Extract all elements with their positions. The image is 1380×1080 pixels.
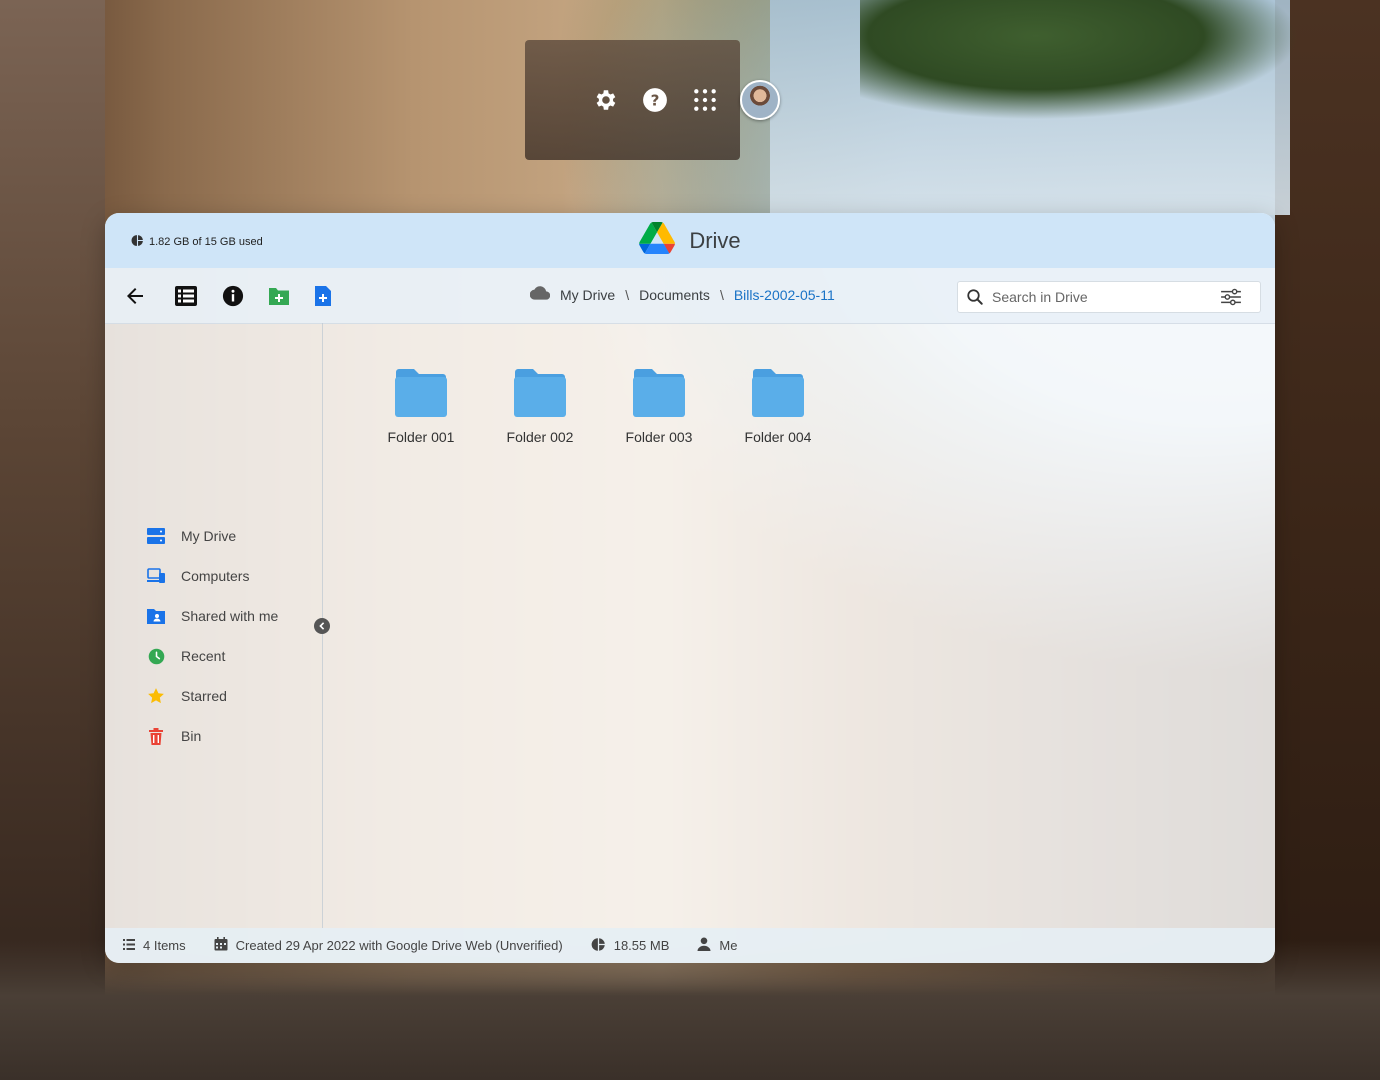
folder-icon (751, 368, 805, 423)
drive-window: 1.82 GB of 15 GB used Drive My Drive \ D… (105, 213, 1275, 963)
sidebar-item-label: Starred (181, 688, 227, 704)
info-icon[interactable] (220, 283, 246, 309)
search-filter-icon[interactable] (1220, 288, 1242, 306)
sidebar-item-starred[interactable]: Starred (147, 676, 278, 716)
folder-grid: Folder 001 Folder 002 Folder 003 Folder … (383, 368, 816, 445)
status-bar: 4 Items Created 29 Apr 2022 with Google … (105, 928, 1275, 963)
folder-item[interactable]: Folder 001 (383, 368, 459, 445)
breadcrumb-separator: \ (719, 286, 724, 303)
list-icon (123, 938, 135, 953)
breadcrumb-documents[interactable]: Documents (639, 287, 710, 303)
apps-grid-icon[interactable] (690, 85, 720, 115)
folder-item[interactable]: Folder 003 (621, 368, 697, 445)
breadcrumb-separator: \ (625, 286, 630, 303)
sidebar-item-label: Recent (181, 648, 226, 664)
background-right (1275, 0, 1380, 1080)
toolbar: My Drive \ Documents \ Bills-2002-05-11 (105, 268, 1275, 324)
app-title: Drive (689, 227, 741, 253)
folder-item[interactable]: Folder 002 (502, 368, 578, 445)
items-count-text: 4 Items (143, 938, 186, 953)
sidebar-item-recent[interactable]: Recent (147, 636, 278, 676)
folder-label: Folder 004 (744, 429, 812, 445)
search-input[interactable] (990, 288, 1214, 306)
breadcrumb-current-folder[interactable]: Bills-2002-05-11 (734, 287, 835, 303)
file-area: Folder 001 Folder 002 Folder 003 Folder … (323, 323, 1275, 928)
new-folder-icon[interactable] (266, 283, 292, 309)
top-bar: ? (590, 80, 780, 120)
google-drive-logo-icon (639, 222, 676, 259)
search-icon (966, 288, 984, 306)
folder-icon (632, 368, 686, 423)
shared-icon (147, 607, 165, 625)
sidebar-item-label: Bin (181, 728, 202, 744)
status-created: Created 29 Apr 2022 with Google Drive We… (214, 937, 563, 954)
svg-text:?: ? (651, 91, 660, 109)
sidebar-nav: My Drive Computers Shared with me Recent (147, 516, 278, 756)
app-brand: Drive (639, 222, 741, 259)
list-view-icon[interactable] (173, 283, 199, 309)
sidebar-item-label: Computers (181, 568, 250, 584)
sidebar-item-shared[interactable]: Shared with me (147, 596, 278, 636)
folder-icon (513, 368, 567, 423)
trash-icon (147, 727, 165, 745)
sidebar-item-computers[interactable]: Computers (147, 556, 278, 596)
folder-item[interactable]: Folder 004 (740, 368, 816, 445)
folder-label: Folder 002 (506, 429, 574, 445)
pie-chart-icon (591, 937, 606, 955)
folder-label: Folder 001 (387, 429, 455, 445)
sidebar-item-label: My Drive (181, 528, 237, 544)
cloud-icon (529, 286, 551, 303)
settings-icon[interactable] (590, 85, 620, 115)
created-text: Created 29 Apr 2022 with Google Drive We… (235, 938, 563, 953)
background-tree (860, 0, 1300, 120)
status-owner: Me (697, 937, 737, 954)
title-bar: 1.82 GB of 15 GB used Drive (105, 213, 1275, 268)
size-text: 18.55 MB (613, 938, 670, 953)
back-arrow-icon[interactable] (122, 283, 148, 309)
clock-icon (147, 647, 165, 665)
user-avatar[interactable] (740, 80, 780, 120)
breadcrumb-my-drive[interactable]: My Drive (560, 287, 615, 303)
sidebar: My Drive Computers Shared with me Recent (105, 323, 323, 928)
help-icon[interactable]: ? (640, 85, 670, 115)
storage-text: 1.82 GB of 15 GB used (149, 236, 263, 248)
storage-indicator: 1.82 GB of 15 GB used (131, 234, 263, 250)
sidebar-item-label: Shared with me (181, 608, 279, 624)
search-box (957, 281, 1261, 313)
folder-label: Folder 003 (625, 429, 693, 445)
calendar-icon (214, 937, 228, 954)
status-size: 18.55 MB (591, 937, 670, 955)
background-left (0, 0, 105, 1080)
computers-icon (147, 567, 165, 585)
star-icon (147, 687, 165, 705)
sidebar-item-bin[interactable]: Bin (147, 716, 278, 756)
my-drive-icon (147, 527, 165, 545)
folder-icon (394, 368, 448, 423)
sidebar-item-my-drive[interactable]: My Drive (147, 516, 278, 556)
breadcrumb: My Drive \ Documents \ Bills-2002-05-11 (529, 286, 835, 303)
status-items-count: 4 Items (123, 938, 186, 953)
person-icon (697, 937, 711, 954)
new-file-icon[interactable] (310, 283, 336, 309)
owner-text: Me (719, 938, 738, 953)
pie-chart-icon (131, 234, 144, 250)
